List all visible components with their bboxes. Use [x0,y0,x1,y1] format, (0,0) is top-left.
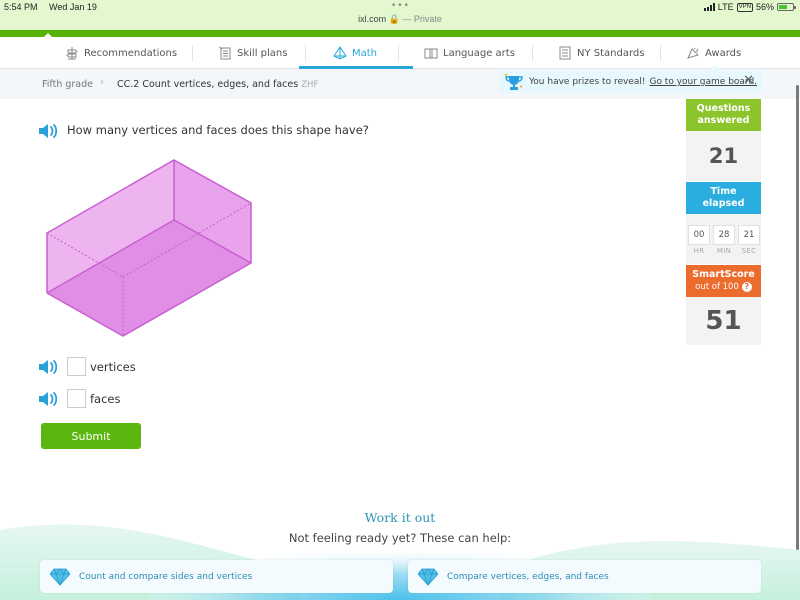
chevron-right-icon: › [100,77,104,88]
nav-math[interactable]: Math [298,37,414,69]
time-hours: 00 [688,225,710,245]
smartscore-header: SmartScore out of 100 ? [686,265,761,297]
vertices-input[interactable] [67,357,86,376]
clipboard-icon [218,46,231,60]
status-right: LTE VPN 56% [703,2,796,12]
nav-label: Skill plans [237,47,288,59]
answered-label: answered [697,115,750,126]
pyramid-icon [333,46,347,60]
nav-skill-plans[interactable]: Skill plans [218,37,287,69]
work-it-out-title: Work it out [364,510,436,525]
help-card-label: Count and compare sides and vertices [79,571,253,582]
smartscore-label: SmartScore [692,269,755,280]
speaker-icon[interactable] [38,391,60,407]
smartscore-value: 51 [686,297,761,345]
skill-name: CC.2 Count vertices, edges, and faces [117,79,299,90]
nav-label: Awards [705,47,742,59]
prism-top-face [47,160,251,277]
vertices-label: vertices [90,360,136,374]
help-card-vertices-edges-faces[interactable]: Compare vertices, edges, and faces [408,560,761,593]
main-nav: Recommendations Skill plans Math Languag… [0,37,800,69]
questions-answered-value: 21 [686,131,761,181]
smartscore-subtitle: out of 100 ? [686,281,761,293]
time-seconds: 21 [738,225,760,245]
submit-button[interactable]: Submit [41,423,141,449]
network-label: LTE [717,2,734,12]
nav-label: Recommendations [84,47,178,59]
nav-label: Language arts [443,47,515,59]
prism-visible-edges [46,159,252,337]
gem-icon [50,567,70,586]
skill-code: ZHF [301,80,319,90]
brand-bar [0,30,800,38]
game-board-link[interactable]: Go to your game board. [649,77,757,87]
help-card-sides-vertices[interactable]: Count and compare sides and vertices [40,560,393,593]
speaker-icon[interactable] [38,123,60,139]
private-label: — Private [402,14,442,24]
battery-icon [777,3,796,11]
faces-label: faces [90,392,121,406]
book-icon [424,48,438,59]
lock-icon: 🔒 [388,14,400,24]
nav-label: NY Standards [577,47,645,59]
minutes-unit: MIN [716,247,732,255]
prize-text: You have prizes to reveal! [529,77,646,87]
breadcrumb-grade[interactable]: Fifth grade [42,79,93,90]
status-date: Wed Jan 19 [49,2,97,12]
speaker-icon[interactable] [38,359,60,375]
address-bar[interactable]: ixl.com 🔒 — Private [0,14,800,25]
time-label: Time [710,186,737,197]
prism-left-face [47,160,174,293]
nav-ny-standards[interactable]: NY Standards [558,37,644,69]
battery-percent: 56% [755,2,774,12]
nav-recommendations[interactable]: Recommendations [65,37,177,69]
status-bar: 5:54 PM Wed Jan 19 ••• ixl.com 🔒 — Priva… [0,0,800,30]
trophy-icon [504,73,523,90]
checklist-icon [559,46,571,60]
time-minutes: 28 [713,225,735,245]
nav-label: Math [352,47,378,59]
url-text: ixl.com [358,14,387,24]
faces-input[interactable] [67,389,86,408]
prism-right-face [174,160,251,263]
signal-icon [703,3,715,11]
question-prompt: How many vertices and faces does this sh… [67,123,369,137]
prism-bottom-face [47,220,251,336]
elapsed-label: elapsed [702,198,745,209]
questions-label: Questions [696,103,751,114]
smartscore-sub-label: out of 100 [695,282,739,292]
breadcrumb-skill: CC.2 Count vertices, edges, and faces ZH… [117,79,318,90]
time-elapsed-panel: 00 28 21 HR MIN SEC [686,214,761,264]
vpn-icon: VPN [736,2,753,12]
more-dots-icon[interactable]: ••• [391,1,410,11]
ribbon-icon [687,47,699,59]
status-time: 5:54 PM [4,2,38,12]
gem-icon [418,567,438,586]
time-elapsed-header: Time elapsed [686,182,761,214]
prize-banner: You have prizes to reveal! Go to your ga… [499,65,762,93]
seconds-unit: SEC [741,247,757,255]
signpost-icon [66,47,78,60]
nav-language-arts[interactable]: Language arts [424,37,515,69]
help-card-label: Compare vertices, edges, and faces [447,571,609,582]
close-icon[interactable]: ✕ [743,74,754,88]
help-icon[interactable]: ? [741,282,752,292]
hours-unit: HR [693,247,705,255]
questions-answered-header: Questions answered [686,99,761,131]
prism-hidden-edges [46,202,252,336]
work-it-out-subtitle: Not feeling ready yet? These can help: [288,531,512,545]
